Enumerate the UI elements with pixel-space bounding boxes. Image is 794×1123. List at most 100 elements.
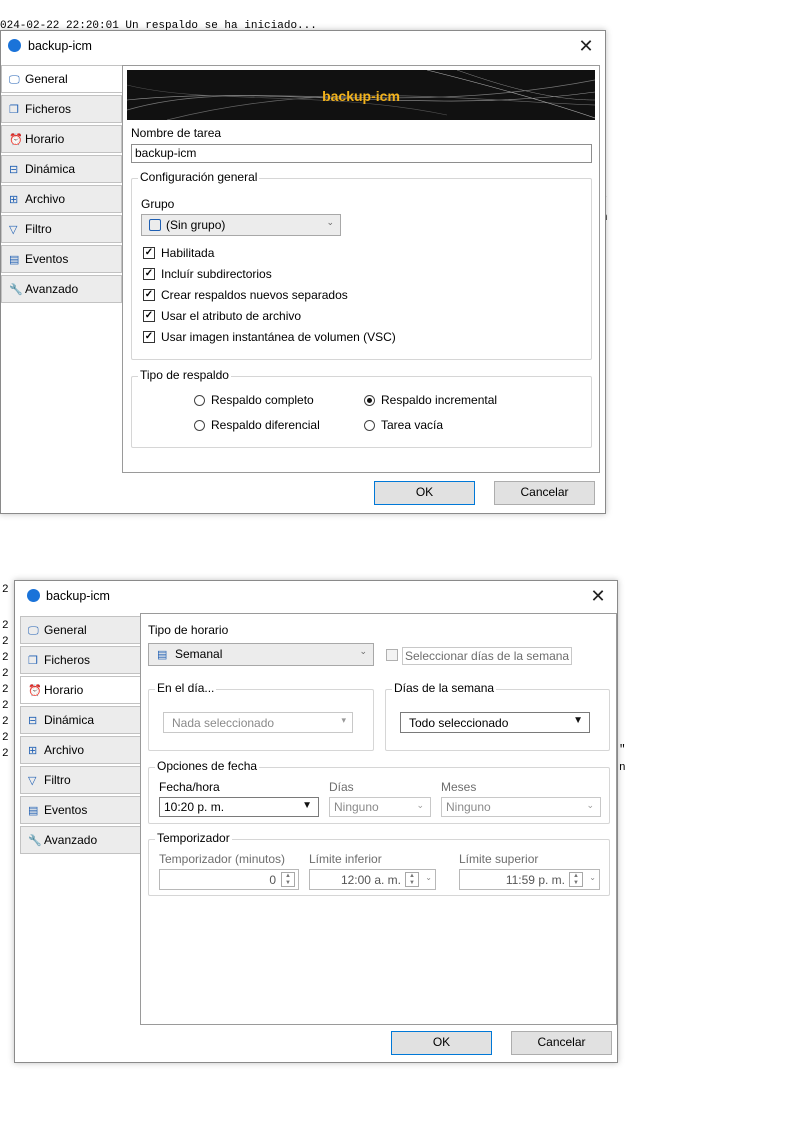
log-fragment: 2	[2, 700, 9, 712]
tab-dinamica[interactable]: ⊟ Dinámica	[20, 706, 141, 734]
tab-dinamica[interactable]: ⊟ Dinámica	[1, 155, 122, 183]
tab-eventos[interactable]: ▤ Eventos	[1, 245, 122, 273]
calendar-icon: ▤	[9, 254, 20, 266]
checkbox-vsc[interactable]: ✓	[143, 331, 155, 343]
calendar-icon: ▤	[157, 649, 168, 661]
radio-respaldo-diferencial[interactable]	[194, 420, 205, 431]
group-select[interactable]: (Sin grupo) ⌄	[141, 214, 341, 236]
title-bar: backup-icm ✕	[1, 31, 605, 61]
upper-limit-spinner[interactable]: 11:59 p. m. ▲ ▼ ⌄	[459, 869, 600, 890]
checkbox-label: Incluír subdirectorios	[161, 267, 272, 281]
group-select-value: (Sin grupo)	[166, 218, 226, 232]
log-fragment: 2	[2, 620, 9, 632]
schedule-type-select[interactable]: ▤ Semanal ⌄	[148, 643, 374, 666]
monitor-icon: 🖵	[9, 74, 20, 86]
tab-label: Ficheros	[25, 102, 72, 116]
chevron-down-icon: ⌄	[416, 800, 424, 810]
checkbox-incluir-subdirectorios[interactable]: ✓	[143, 268, 155, 280]
tab-avanzado[interactable]: 🔧 Avanzado	[1, 275, 122, 303]
months-select[interactable]: Ninguno ⌄	[441, 797, 601, 817]
radio-label: Respaldo incremental	[381, 393, 498, 407]
days-value: Ninguno	[334, 800, 379, 814]
cancel-button[interactable]: Cancelar	[494, 481, 595, 505]
general-config-group: Configuración general Grupo (Sin grupo) …	[131, 170, 592, 360]
group-title: Configuración general	[138, 170, 260, 184]
tab-label: Horario	[25, 132, 65, 146]
archive-icon: ⊞	[9, 194, 19, 206]
wrench-icon: 🔧	[28, 835, 42, 847]
tab-eventos[interactable]: ▤ Eventos	[20, 796, 141, 824]
tab-filtro[interactable]: ▽ Filtro	[20, 766, 141, 794]
on-day-select[interactable]: Nada seleccionado ▾	[163, 712, 353, 733]
lower-limit-value: 12:00 a. m.	[340, 873, 401, 887]
checkbox-atributo-archivo[interactable]: ✓	[143, 310, 155, 322]
filter-icon: ▽	[28, 775, 37, 787]
tab-horario[interactable]: ⏰ Horario	[1, 125, 122, 153]
log-fragment: 2	[2, 716, 9, 728]
days-label: Días	[329, 780, 354, 794]
tab-ficheros[interactable]: ❐ Ficheros	[1, 95, 122, 123]
files-icon: ❐	[9, 104, 19, 116]
timer-group: Temporizador Temporizador (minutos) 0 ▲ ▼…	[148, 831, 610, 896]
log-fragment: n	[619, 762, 626, 774]
select-weekdays-label: Seleccionar días de la semana	[402, 647, 573, 665]
task-dialog-horario: backup-icm ✕ 🖵 General ❐ Ficheros ⏰ Hora…	[14, 580, 618, 1063]
tab-label: Filtro	[44, 773, 71, 787]
tab-avanzado[interactable]: 🔧 Avanzado	[20, 826, 141, 854]
cancel-button[interactable]: Cancelar	[511, 1031, 612, 1055]
dynamic-icon: ⊟	[9, 164, 19, 176]
spinner-arrows-icon[interactable]: ▲ ▼	[281, 872, 295, 887]
tab-label: Dinámica	[25, 162, 76, 176]
select-weekdays-checkbox[interactable]	[386, 649, 398, 661]
task-name-input[interactable]: backup-icm	[131, 144, 592, 163]
timer-minutes-label: Temporizador (minutos)	[159, 852, 286, 866]
group-title: Temporizador	[155, 831, 232, 845]
radio-respaldo-completo[interactable]	[194, 395, 205, 406]
spinner-arrows-icon[interactable]: ▲ ▼	[569, 872, 583, 887]
lower-limit-spinner[interactable]: 12:00 a. m. ▲ ▼ ⌄	[309, 869, 436, 890]
tab-ficheros[interactable]: ❐ Ficheros	[20, 646, 141, 674]
banner-title: backup-icm	[322, 88, 400, 104]
tab-label: Avanzado	[44, 833, 98, 847]
tab-label: General	[44, 623, 87, 637]
timer-minutes-spinner[interactable]: 0 ▲ ▼	[159, 869, 299, 890]
tab-general[interactable]: 🖵 General	[20, 616, 141, 644]
group-title: Tipo de respaldo	[138, 368, 231, 382]
close-icon[interactable]: ✕	[575, 35, 597, 57]
chevron-down-icon[interactable]: ⌄	[425, 873, 432, 882]
tab-label: Filtro	[25, 222, 52, 236]
archive-icon: ⊞	[28, 745, 38, 757]
tab-general[interactable]: 🖵 General	[1, 65, 123, 93]
tab-archivo[interactable]: ⊞ Archivo	[1, 185, 122, 213]
chevron-down-icon[interactable]: ⌄	[589, 873, 596, 882]
files-icon: ❐	[28, 655, 38, 667]
checkbox-label: Usar imagen instantánea de volumen (VSC)	[161, 330, 396, 344]
checkbox-label: Habilitada	[161, 246, 215, 260]
log-fragment: 2	[2, 668, 9, 680]
tab-horario[interactable]: ⏰ Horario	[20, 676, 142, 704]
log-fragment: 2	[2, 636, 9, 648]
log-fragment: 2	[2, 748, 9, 760]
task-banner: backup-icm	[127, 70, 595, 120]
chevron-down-icon: ▼	[573, 715, 583, 726]
ok-button[interactable]: OK	[374, 481, 475, 505]
ok-button[interactable]: OK	[391, 1031, 492, 1055]
log-fragment: 2	[2, 584, 9, 596]
close-icon[interactable]: ✕	[587, 585, 609, 607]
checkbox-crear-respaldos[interactable]: ✓	[143, 289, 155, 301]
tab-archivo[interactable]: ⊞ Archivo	[20, 736, 141, 764]
filter-icon: ▽	[9, 224, 18, 236]
days-select[interactable]: Ninguno ⌄	[329, 797, 431, 817]
radio-respaldo-incremental[interactable]	[364, 395, 375, 406]
spinner-arrows-icon[interactable]: ▲ ▼	[405, 872, 419, 887]
radio-label: Tarea vacía	[381, 418, 444, 432]
tab-filtro[interactable]: ▽ Filtro	[1, 215, 122, 243]
radio-tarea-vacia[interactable]	[364, 420, 375, 431]
upper-limit-value: 11:59 p. m.	[505, 873, 565, 887]
datetime-label: Fecha/hora	[159, 780, 220, 794]
checkbox-label: Crear respaldos nuevos separados	[161, 288, 348, 302]
chevron-down-icon: ⌄	[359, 646, 367, 656]
datetime-select[interactable]: 10:20 p. m. ▼	[159, 797, 319, 817]
checkbox-habilitada[interactable]: ✓	[143, 247, 155, 259]
weekdays-select[interactable]: Todo seleccionado ▼	[400, 712, 590, 733]
